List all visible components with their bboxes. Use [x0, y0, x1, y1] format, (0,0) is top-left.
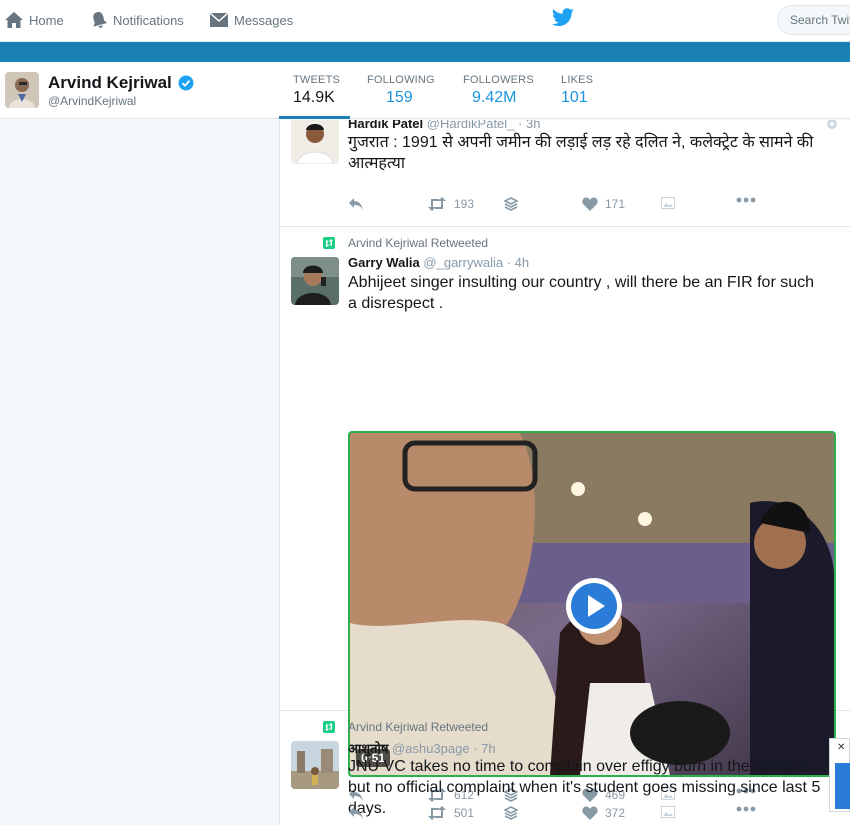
image-icon [661, 197, 675, 209]
stat-tweets-value: 14.9K [293, 89, 335, 106]
nav-home-label: Home [29, 12, 64, 28]
tweet-avatar[interactable] [291, 120, 339, 164]
reply-button[interactable] [348, 806, 371, 820]
tweet-actions: 193 171 [348, 197, 768, 217]
nav-messages[interactable]: Messages [209, 10, 293, 30]
active-tab-indicator [279, 116, 350, 119]
like-count: 171 [605, 197, 626, 211]
more-icon [736, 197, 756, 203]
tweet[interactable]: Arvind Kejriwal Retweeted Garry Walia @_… [280, 227, 850, 802]
retweet-badge-icon [323, 237, 335, 249]
tweet-author-name[interactable]: Hardik Patel [348, 120, 423, 131]
tweet-header: Hardik Patel @HardikPatel_ · 3h [348, 120, 540, 131]
tweet-header: Garry Walia @_garrywalia · 4h [348, 255, 529, 270]
tweet-header: आशुतोष @ashu3page · 7h [348, 739, 496, 757]
retweet-badge-icon [323, 721, 335, 733]
tweet-author-handle[interactable]: @ashu3page [392, 741, 470, 756]
reply-icon [349, 198, 363, 210]
profile-name[interactable]: Arvind Kejriwal [48, 73, 194, 93]
more-button[interactable] [736, 197, 763, 203]
tweet-author-handle[interactable]: @HardikPatel_ [427, 120, 515, 131]
retweet-count: 501 [454, 806, 475, 820]
stack-button[interactable] [504, 197, 525, 211]
stat-followers[interactable]: FOLLOWERS 9.42M [463, 74, 534, 107]
retweet-icon [428, 806, 446, 820]
analytics-button[interactable] [661, 197, 682, 209]
retweet-context-label[interactable]: Arvind Kejriwal Retweeted [348, 236, 488, 250]
timeline: Hardik Patel @HardikPatel_ · 3h गुजरात :… [279, 120, 850, 825]
profile-bar: Arvind Kejriwal @ArvindKejriwal TWEETS 1… [0, 62, 850, 119]
stat-followers-label: FOLLOWERS [463, 74, 534, 86]
stat-tweets[interactable]: TWEETS 14.9K [293, 74, 340, 107]
more-icon [736, 806, 756, 812]
close-icon[interactable]: ✕ [837, 742, 845, 753]
stat-likes[interactable]: LIKES 101 [561, 74, 593, 107]
tweet-time[interactable]: · 7h [473, 741, 495, 756]
play-icon [571, 583, 617, 629]
tweet-author-name[interactable]: Garry Walia [348, 255, 420, 270]
search-input[interactable]: Search Twitter [777, 5, 850, 35]
heart-icon [582, 197, 598, 211]
retweet-context-label[interactable]: Arvind Kejriwal Retweeted [348, 720, 488, 734]
layers-icon [504, 806, 518, 820]
nav-notifications[interactable]: Notifications [90, 10, 184, 30]
twitter-bird-icon[interactable] [551, 8, 575, 28]
tweet-time[interactable]: · 4h [507, 255, 529, 270]
retweet-button[interactable]: 193 [427, 197, 474, 211]
profile-avatar[interactable] [5, 72, 39, 108]
tweet-avatar[interactable] [291, 741, 339, 789]
reply-icon [349, 807, 363, 819]
retweet-icon [428, 197, 446, 211]
envelope-icon [209, 12, 229, 27]
bell-icon [93, 12, 108, 28]
retweet-button[interactable]: 501 [427, 806, 474, 820]
like-button[interactable]: 171 [582, 197, 625, 211]
side-widget[interactable]: ✕ [829, 738, 850, 812]
tweet-avatar[interactable] [291, 257, 339, 305]
profile-handle: @ArvindKejriwal [48, 94, 137, 108]
nav-messages-label: Messages [234, 12, 294, 28]
stat-following-value: 159 [386, 89, 413, 106]
stat-tweets-label: TWEETS [293, 74, 341, 86]
tweet[interactable]: Arvind Kejriwal Retweeted आशुतोष @ashu3p… [280, 711, 850, 825]
profile-banner [0, 42, 850, 62]
like-button[interactable]: 372 [582, 806, 625, 820]
retweet-context: Arvind Kejriwal Retweeted [323, 236, 488, 250]
nav-home[interactable]: Home [4, 10, 64, 30]
profile-name-text: Arvind Kejriwal [48, 73, 172, 92]
layers-icon [504, 197, 518, 211]
stat-followers-value: 9.42M [472, 89, 517, 106]
tweet-time[interactable]: · 3h [518, 120, 540, 131]
analytics-button[interactable] [661, 806, 682, 818]
nav-notifications-label: Notifications [113, 12, 184, 28]
tweet[interactable]: Hardik Patel @HardikPatel_ · 3h गुजरात :… [280, 120, 850, 227]
like-count: 372 [605, 806, 626, 820]
globe-icon [827, 120, 837, 129]
stat-likes-label: LIKES [561, 74, 594, 86]
tweet-text: Abhijeet singer insulting our country , … [348, 274, 815, 312]
tweet-author-name[interactable]: आशुतोष [348, 741, 388, 756]
widget-panel [835, 763, 850, 809]
stat-likes-value: 101 [561, 89, 588, 106]
image-icon [661, 806, 675, 818]
heart-icon [582, 806, 598, 820]
top-nav: Home Notifications Messages Search Twitt… [0, 0, 850, 42]
play-button[interactable] [566, 578, 622, 634]
home-icon [5, 12, 23, 28]
retweet-count: 193 [454, 197, 475, 211]
stat-following[interactable]: FOLLOWING 159 [367, 74, 435, 107]
verified-icon [178, 75, 194, 91]
stack-button[interactable] [504, 806, 525, 820]
tweet-actions: 501 372 [348, 806, 768, 825]
reply-button[interactable] [348, 197, 371, 211]
more-button[interactable] [736, 806, 763, 812]
retweet-context: Arvind Kejriwal Retweeted [323, 720, 488, 734]
tweet-author-handle[interactable]: @_garrywalia [423, 255, 503, 270]
tweet-text: गुजरात : 1991 से अपनी जमीन की लड़ाई लड़ … [348, 134, 814, 172]
stat-following-label: FOLLOWING [367, 74, 435, 86]
